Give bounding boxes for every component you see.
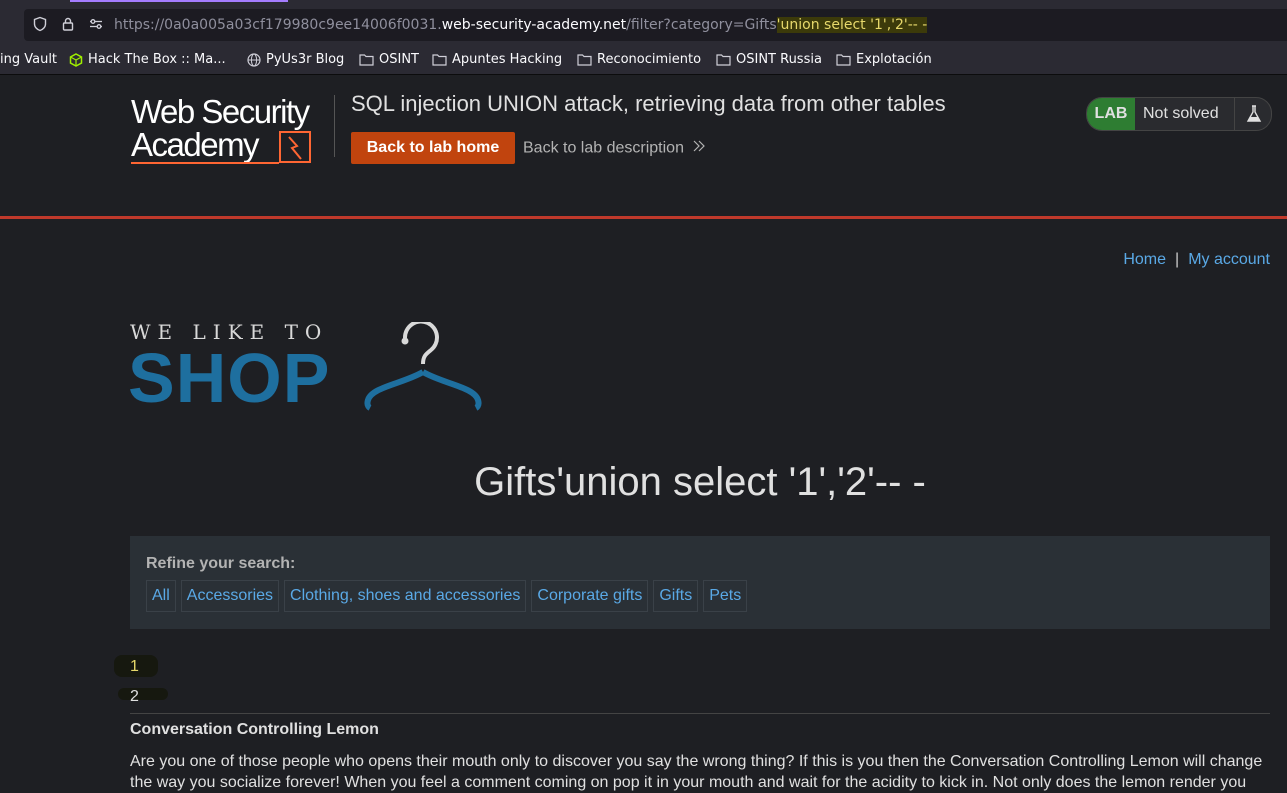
bookmark-folder-explotacion[interactable]: Explotación bbox=[836, 52, 932, 67]
filter-clothing[interactable]: Clothing, shoes and accessories bbox=[284, 580, 527, 612]
bookmark-label: Explotación bbox=[856, 52, 932, 67]
bookmark-folder-reconocimiento[interactable]: Reconocimiento bbox=[577, 52, 701, 67]
lab-status-tag: LAB bbox=[1087, 98, 1135, 130]
lightning-icon bbox=[279, 131, 311, 163]
url-prefix: https://0a0a005a03cf179980c9ee14006f0031… bbox=[114, 17, 442, 33]
bookmarks-toolbar: ing Vault Hack The Box :: Ma... PyUs3r B… bbox=[0, 44, 1287, 75]
back-to-lab-home-button[interactable]: Back to lab home bbox=[351, 132, 515, 164]
logo-line1: Web Security bbox=[131, 93, 310, 130]
results-divider bbox=[130, 713, 1270, 714]
active-tab-indicator bbox=[70, 0, 288, 2]
bookmark-pyus3r-blog[interactable]: PyUs3r Blog bbox=[247, 52, 344, 67]
url-text[interactable]: https://0a0a005a03cf179980c9ee14006f0031… bbox=[114, 16, 928, 34]
filter-all[interactable]: All bbox=[146, 580, 176, 612]
url-path: /filter?category=Gifts bbox=[626, 17, 777, 33]
lab-title: SQL injection UNION attack, retrieving d… bbox=[351, 91, 946, 116]
site-permissions-icon[interactable] bbox=[88, 16, 104, 32]
product-description: Are you one of those people who opens th… bbox=[130, 753, 1263, 791]
lab-header: Web Security Academy SQL injection UNION… bbox=[0, 75, 1287, 219]
header-divider bbox=[334, 95, 335, 157]
back-to-lab-description-link[interactable]: Back to lab description bbox=[523, 139, 706, 158]
folder-icon bbox=[359, 53, 374, 66]
filter-accessories[interactable]: Accessories bbox=[180, 580, 280, 612]
shop-logo-line2: SHOP bbox=[128, 339, 331, 417]
bookmark-label: PyUs3r Blog bbox=[266, 52, 345, 67]
highlight-mark bbox=[118, 688, 168, 700]
category-filters: All Accessories Clothing, shoes and acce… bbox=[146, 580, 748, 612]
lab-status-text: Not solved bbox=[1143, 105, 1219, 122]
hackthebox-icon bbox=[69, 52, 83, 67]
we-like-to-shop-logo: WE LIKE TO SHOP bbox=[128, 320, 490, 417]
back-to-lab-description-label: Back to lab description bbox=[523, 139, 684, 157]
logo-line2: Academy bbox=[131, 126, 260, 163]
bookmark-folder-osint[interactable]: OSINT bbox=[359, 52, 419, 67]
nav-separator: | bbox=[1175, 251, 1180, 268]
refine-label: Refine your search: bbox=[146, 555, 296, 572]
bookmark-label: Hack The Box :: Ma... bbox=[88, 52, 226, 67]
bookmark-label: ing Vault bbox=[0, 52, 58, 67]
bookmark-label: OSINT bbox=[379, 52, 419, 67]
url-host: web-security-academy.net bbox=[441, 17, 627, 33]
flask-icon bbox=[1234, 98, 1271, 130]
filter-pets[interactable]: Pets bbox=[703, 580, 748, 612]
bookmark-folder-apuntes-hacking[interactable]: Apuntes Hacking bbox=[432, 52, 562, 67]
refine-search-panel: Refine your search: All Accessories Clot… bbox=[130, 536, 1270, 629]
double-chevron-right-icon bbox=[692, 139, 706, 158]
category-title: Gifts'union select '1','2'-- - bbox=[474, 460, 926, 504]
my-account-link[interactable]: My account bbox=[1188, 251, 1270, 268]
folder-icon bbox=[716, 53, 731, 66]
bookmark-label: Apuntes Hacking bbox=[452, 52, 563, 67]
lab-status-widget: LAB Not solved bbox=[1086, 97, 1272, 131]
bookmark-label: Reconocimiento bbox=[597, 52, 702, 67]
top-navigation: Home | My account bbox=[1123, 251, 1270, 269]
web-security-academy-logo[interactable]: Web Security Academy bbox=[131, 95, 331, 167]
tracking-protection-shield-icon[interactable] bbox=[32, 16, 48, 32]
home-link[interactable]: Home bbox=[1123, 251, 1166, 268]
url-injected-payload: 'union select '1','2'-- - bbox=[776, 17, 928, 33]
bookmark-hackthebox[interactable]: Hack The Box :: Ma... bbox=[69, 52, 226, 67]
bookmark-folder-osint-russia[interactable]: OSINT Russia bbox=[716, 52, 822, 67]
folder-icon bbox=[577, 53, 592, 66]
bookmark-label: OSINT Russia bbox=[736, 52, 822, 67]
filter-corporate-gifts[interactable]: Corporate gifts bbox=[531, 580, 649, 612]
folder-icon bbox=[836, 53, 851, 66]
bookmark-vault[interactable]: ing Vault bbox=[0, 52, 57, 67]
filter-gifts[interactable]: Gifts bbox=[653, 580, 699, 612]
globe-icon bbox=[247, 52, 261, 67]
coat-hanger-icon bbox=[364, 322, 482, 411]
result-row: 2 bbox=[130, 688, 139, 705]
product-name: Conversation Controlling Lemon bbox=[130, 721, 379, 738]
folder-icon bbox=[432, 53, 447, 66]
browser-toolbar: https://0a0a005a03cf179980c9ee14006f0031… bbox=[0, 0, 1287, 44]
lock-icon[interactable] bbox=[60, 16, 76, 32]
result-row: 1 bbox=[130, 658, 139, 675]
